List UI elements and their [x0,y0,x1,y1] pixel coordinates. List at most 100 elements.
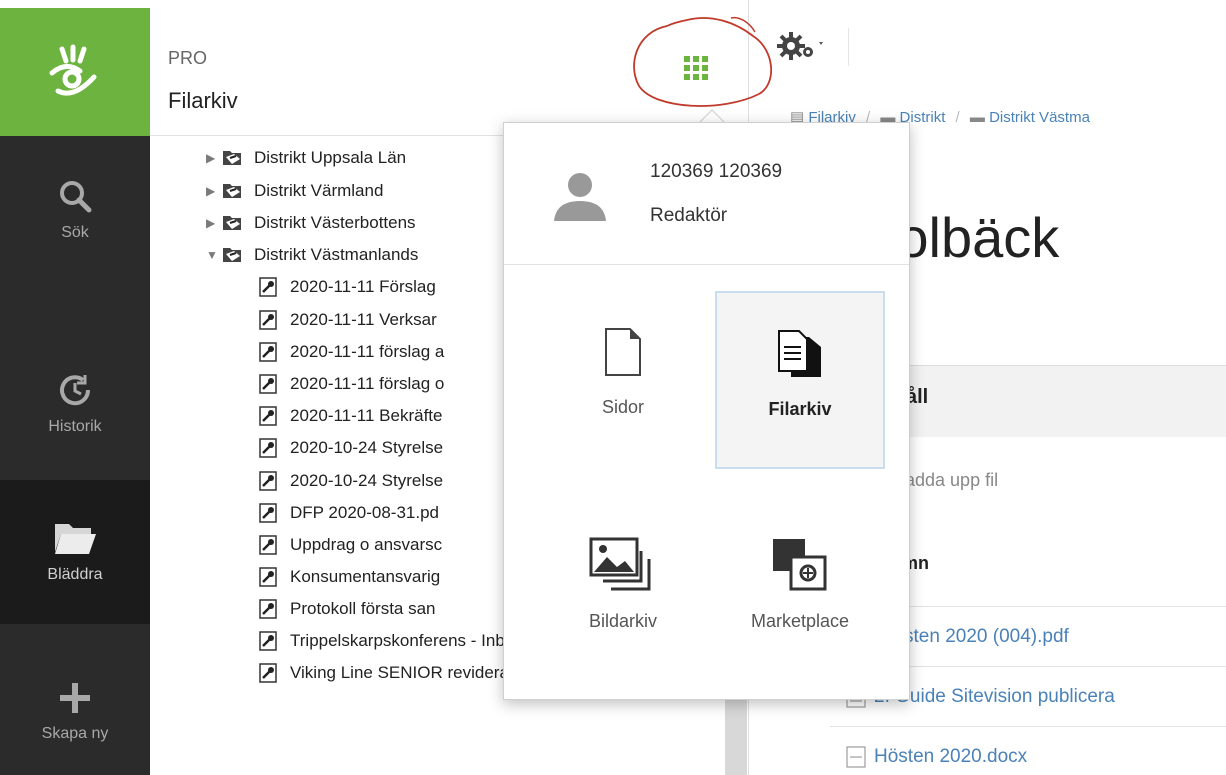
user-info: 120369 120369 Redaktör [504,123,909,265]
tree-item-label: Uppdrag o ansvarsc [290,534,443,554]
tree-folder-row[interactable]: ▼ Distrikt Västmanlands [206,240,418,269]
file-link[interactable]: 2. Guide Sitevision publicera [874,686,1115,708]
breadcrumb-item[interactable]: Distrikt Västma [989,109,1090,126]
tree-item-label: Distrikt Värmland [254,180,384,200]
app-tile-label: Marketplace [750,611,850,631]
tree-item-label: 2020-11-11 Verksar [290,309,437,329]
top-strip [0,0,150,8]
rail-item-label: Sök [61,224,89,241]
app-tile-filarkiv[interactable]: Filarkiv [715,291,885,469]
app-tile-label: Sidor [601,397,645,417]
tree-item-label: DFP 2020-08-31.pd [290,502,440,522]
folder-open-icon [55,524,96,554]
folder-key-icon [223,247,241,262]
file-key-icon [259,373,277,394]
file-archive-icon [778,330,821,377]
tree-item-label: Konsumentansvarig [290,566,441,586]
file-key-icon [259,470,277,491]
file-key-icon [259,341,277,362]
document-icon [846,746,866,767]
tree-file-row[interactable]: 2020-11-11 Verksar [258,305,437,334]
breadcrumb-separator: / [955,109,960,126]
tree-file-row[interactable]: Uppdrag o ansvarsc [258,530,442,559]
apps-popup: 120369 120369 Redaktör Sidor Filarkiv Bi… [503,122,910,700]
history-icon [60,375,91,406]
file-link[interactable]: Hösten 2020.docx [874,746,1027,768]
file-row[interactable]: Hösten 2020.docx [830,726,1226,775]
user-name: 120369 120369 [650,161,783,182]
app-tile-label: Filarkiv [768,399,832,419]
section-title: Filarkiv [168,88,238,113]
file-key-icon [259,534,277,555]
tree-item-label: 2020-11-11 förslag o [290,373,445,393]
rail-item-search[interactable]: Sök [0,138,150,282]
rail-item-create[interactable]: Skapa ny [0,640,150,775]
tree-file-row[interactable]: Konsumentansvarig [258,562,440,591]
search-icon [60,181,92,213]
tree-item-label: 2020-11-11 förslag a [290,341,445,361]
file-key-icon [259,662,277,683]
file-key-icon [259,502,277,523]
rail-item-label: Historik [48,418,102,435]
user-role: Redaktör [650,205,728,226]
folder-icon: ▬ [969,109,985,126]
left-rail: Sök Historik Bläddra Skapa ny [0,0,150,775]
page-icon [605,328,641,376]
file-key-icon [259,598,277,619]
app-tile-bildarkiv[interactable]: Bildarkiv [538,501,708,679]
brand-logo[interactable] [0,8,150,136]
rail-item-history[interactable]: Historik [0,332,150,476]
tree-item-label: Distrikt Västmanlands [254,244,419,264]
product-label: PRO [168,48,208,68]
rail-item-label: Skapa ny [41,725,109,742]
tree-file-row[interactable]: 2020-11-11 Bekräfte [258,401,442,430]
app-tile-label: Bildarkiv [588,611,658,631]
hand-logo-icon [49,44,97,96]
file-key-icon [259,309,277,330]
apps-button[interactable] [678,50,714,86]
tree-file-row[interactable]: 2020-11-11 Förslag [258,272,436,301]
folder-key-icon [223,215,241,230]
folder-key-icon [223,183,241,198]
settings-menu-button[interactable] [775,30,835,67]
tree-file-row[interactable]: 2020-11-11 förslag o [258,369,444,398]
tree-file-row[interactable]: 2020-10-24 Styrelse [258,466,443,495]
tree-folder-row[interactable]: ▶ Distrikt Västerbottens [206,208,416,237]
tree-item-label: Protokoll första san [290,598,436,618]
expanded-arrow-icon[interactable]: ▼ [206,248,222,262]
tree-item-label: 2020-10-24 Styrelse [290,437,444,457]
upload-file-link[interactable]: adda upp fil [905,470,998,491]
file-link[interactable]: sten 2020 (004).pdf [904,626,1069,648]
tree-file-row[interactable]: Protokoll första san [258,594,436,623]
user-avatar-icon [554,173,606,221]
app-tile-marketplace[interactable]: Marketplace [715,501,885,679]
collapsed-arrow-icon[interactable]: ▶ [206,216,222,230]
app-tile-sidor[interactable]: Sidor [538,291,708,469]
apps-grid-icon [684,56,708,80]
tree-item-label: 2020-10-24 Styrelse [290,470,444,490]
app-window: Sök Historik Bläddra Skapa ny PRO Filark… [0,0,1226,775]
collapsed-arrow-icon[interactable]: ▶ [206,184,222,198]
tree-folder-row[interactable]: ▶ Distrikt Uppsala Län [206,143,406,172]
file-key-icon [259,405,277,426]
tree-item-label: Distrikt Uppsala Län [254,147,407,167]
file-key-icon [259,437,277,458]
tree-header: PRO Filarkiv [150,8,748,136]
tree-item-label: Distrikt Västerbottens [254,212,416,232]
tree-item-label: 2020-11-11 Bekräfte [290,405,443,425]
file-key-icon [259,630,277,651]
folder-key-icon [223,150,241,165]
plus-icon [60,683,90,713]
image-archive-icon [589,537,651,591]
tree-file-row[interactable]: DFP 2020-08-31.pd [258,498,439,527]
tree-file-row[interactable]: 2020-11-11 förslag a [258,337,444,366]
collapsed-arrow-icon[interactable]: ▶ [206,151,222,165]
tree-folder-row[interactable]: ▶ Distrikt Värmland [206,176,383,205]
tree-item-label: 2020-11-11 Förslag [290,276,436,296]
gears-icon [777,32,823,60]
toolbar-divider [848,28,849,66]
marketplace-icon [773,539,827,591]
file-key-icon [259,276,277,297]
tree-file-row[interactable]: 2020-10-24 Styrelse [258,433,443,462]
rail-item-browse[interactable]: Bläddra [0,480,150,624]
